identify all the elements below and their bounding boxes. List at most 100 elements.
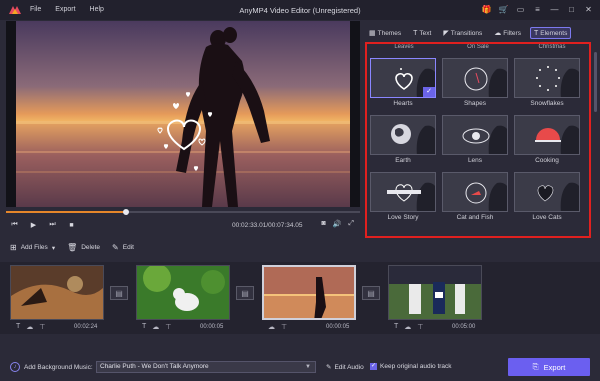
trim-icon[interactable]: ⊤ [165,323,171,331]
check-icon: ✓ [423,87,435,97]
text-icon: T [413,29,418,37]
edit-audio-button[interactable]: ✎ Edit Audio [326,363,364,372]
stop-icon[interactable]: ■ [67,222,76,229]
elements-panel: Leaves On Sale Christmas ✓ Hearts Shapes… [365,42,591,238]
menu-help[interactable]: Help [90,6,104,13]
edit-button[interactable]: ✎ Edit [112,243,134,252]
effect-tabs: ▦ Themes T Text ◤ Transitions ☁ Filters … [362,26,594,40]
effects-icon[interactable]: ☁ [268,323,275,331]
menu-export[interactable]: Export [55,6,75,13]
clip-1-tools: T ☁ ⊤ [16,323,45,331]
element-thumbnail [442,58,508,98]
preview-frame [16,21,350,207]
timeline-clip-4[interactable] [388,265,482,320]
element-thumbnail [370,172,436,212]
elements-scrollbar[interactable] [594,52,597,112]
trash-icon: 🗑 [67,243,78,252]
feedback-icon[interactable]: ▭ [515,4,526,15]
menu-bar: File Export Help [30,6,104,13]
timeline-clip-3[interactable] [262,265,356,320]
window-controls: 🎁 🛒 ▭ ≡ — □ ✕ [481,4,594,15]
checkbox-checked-icon: ✓ [370,363,377,370]
volume-icon[interactable]: 🔊 [333,220,342,228]
tab-text[interactable]: T Text [410,27,434,39]
trim-icon[interactable]: ⊤ [39,323,45,331]
delete-button[interactable]: 🗑 Delete [67,243,100,252]
element-cat-and-fish[interactable]: Cat and Fish [442,172,508,223]
clip-duration: 00:05:00 [452,324,476,330]
tab-filters[interactable]: ☁ Filters [491,27,524,39]
gift-icon[interactable]: 🎁 [481,4,492,15]
play-icon[interactable]: ▶ [29,221,38,229]
rewind-icon[interactable]: ⏮ [10,221,19,229]
add-files-button[interactable]: ⊞ Add Files ▾ [10,243,55,252]
clip-duration: 00:00:05 [200,324,224,330]
tab-transitions[interactable]: ◤ Transitions [440,27,485,39]
elements-top-row-labels: Leaves On Sale Christmas [367,44,589,52]
element-thumbnail [370,115,436,155]
snapshot-icon[interactable]: ◙ [321,220,325,228]
timeline: ▤ ▤ ▤ T ☁ ⊤ 00:02:24 T ☁ ⊤ 00:00:05 ☁ ⊤ … [0,262,600,334]
element-thumbnail [514,115,580,155]
element-love-story[interactable]: Love Story [370,172,436,223]
clip-2-tools: T ☁ ⊤ [142,323,171,331]
element-snowflakes[interactable]: Snowflakes [514,58,580,109]
text-icon[interactable]: T [142,323,146,331]
trim-icon[interactable]: ⊤ [281,323,287,331]
timeline-clip-2[interactable] [136,265,230,320]
menu-icon[interactable]: ≡ [532,4,543,15]
element-hearts[interactable]: ✓ Hearts [370,58,436,109]
clip-duration: 00:00:05 [326,324,350,330]
minimize-icon[interactable]: — [549,4,560,15]
forward-icon[interactable]: ⏭ [48,221,57,229]
filters-icon: ☁ [494,30,502,37]
music-select[interactable]: Charlie Puth - We Don't Talk Anymore ▼ [96,361,316,373]
text-icon[interactable]: T [394,323,398,331]
element-label: Christmas [538,44,566,50]
tab-elements[interactable]: T Elements [529,27,572,39]
keep-audio-checkbox[interactable]: ✓ Keep original audio track [370,363,452,370]
music-icon: ♪ [10,362,20,372]
clip-duration: 00:02:24 [74,324,98,330]
fullscreen-icon[interactable]: ⤢ [348,220,354,228]
text-icon[interactable]: T [16,323,20,331]
seek-handle[interactable] [123,209,130,215]
effects-icon[interactable]: ☁ [404,323,411,331]
export-icon: ⎘ [532,362,539,371]
cart-icon[interactable]: 🛒 [498,4,509,15]
seek-progress [6,211,127,213]
element-cooking[interactable]: Cooking [514,115,580,166]
element-thumbnail [442,172,508,212]
element-thumbnail [514,58,580,98]
title-bar: File Export Help AnyMP4 Video Editor (Un… [0,0,600,20]
chevron-down-icon: ▾ [51,244,56,252]
transitions-icon: ◤ [443,30,449,37]
player-controls: ⏮ ▶ ⏭ ■ 00:02:33.01/00:07:34.05 ◙ 🔊 ⤢ [6,207,360,235]
element-lens[interactable]: Lens [442,115,508,166]
chevron-down-icon: ▼ [305,364,311,370]
element-love-cats[interactable]: Love Cats [514,172,580,223]
menu-file[interactable]: File [30,6,41,13]
video-preview[interactable] [6,21,360,207]
timeline-clip-1[interactable] [10,265,104,320]
edit-toolbar: ⊞ Add Files ▾ 🗑 Delete ✎ Edit [10,243,134,252]
transition-slot[interactable]: ▤ [236,286,254,300]
export-button[interactable]: ⎘ Export [508,358,590,376]
transition-slot[interactable]: ▤ [362,286,380,300]
element-thumbnail [514,172,580,212]
tab-themes[interactable]: ▦ Themes [366,27,404,39]
trim-icon[interactable]: ⊤ [417,323,423,331]
element-label: Leaves [394,44,414,50]
elements-icon: T [533,29,539,37]
maximize-icon[interactable]: □ [566,4,577,15]
elements-grid: ✓ Hearts Shapes Snowflakes Earth Lens Co… [370,58,582,223]
seek-bar[interactable] [6,209,360,215]
close-icon[interactable]: ✕ [583,4,594,15]
themes-icon: ▦ [369,30,376,37]
effects-icon[interactable]: ☁ [152,323,159,331]
transition-slot[interactable]: ▤ [110,286,128,300]
element-earth[interactable]: Earth [370,115,436,166]
element-shapes[interactable]: Shapes [442,58,508,109]
bottom-bar: ♪ Add Background Music: Charlie Puth - W… [0,352,600,381]
effects-icon[interactable]: ☁ [26,323,33,331]
